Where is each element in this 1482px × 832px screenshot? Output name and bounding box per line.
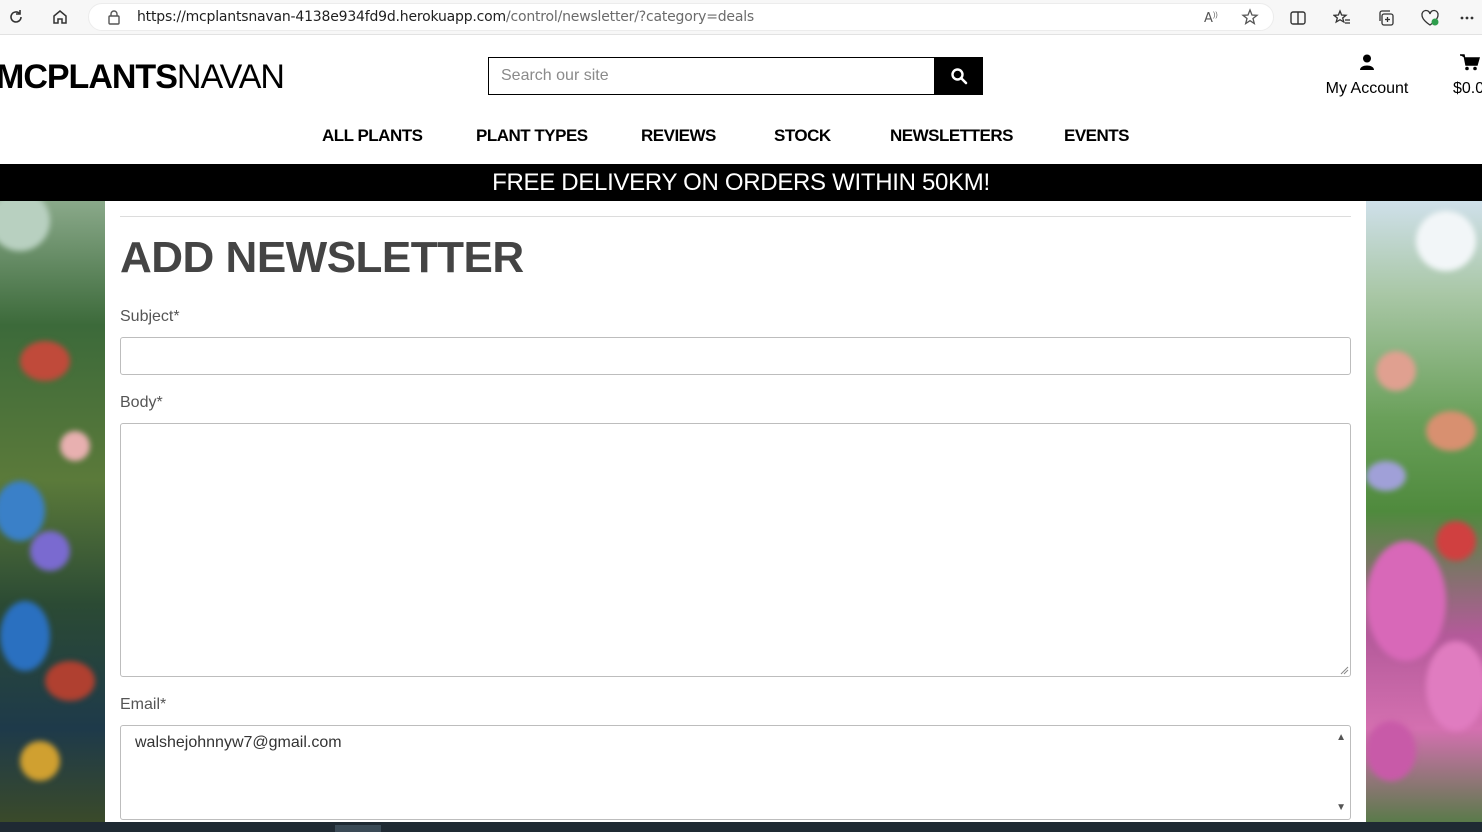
site-logo[interactable]: MCPLANTSNAVAN bbox=[0, 58, 285, 97]
svg-text:A: A bbox=[1204, 11, 1213, 26]
url-main: https://mcplantsnavan-4138e934fd9d.herok… bbox=[137, 9, 506, 25]
cart-total: $0.00 bbox=[1453, 80, 1482, 97]
account-label: My Account bbox=[1325, 80, 1409, 97]
scroll-down-icon[interactable]: ▼ bbox=[1336, 802, 1346, 813]
divider bbox=[120, 216, 1351, 217]
collections-icon[interactable] bbox=[1364, 0, 1408, 35]
body-textarea[interactable] bbox=[120, 423, 1351, 677]
user-icon bbox=[1360, 54, 1374, 70]
nav-newsletters[interactable]: NEWSLETTERS bbox=[890, 126, 1013, 146]
read-aloud-icon[interactable]: A)) bbox=[1203, 8, 1221, 31]
address-bar[interactable]: https://mcplantsnavan-4138e934fd9d.herok… bbox=[88, 3, 1274, 31]
email-value: walshejohnnyw7@gmail.com bbox=[135, 734, 342, 751]
url-path: /control/newsletter/?category=deals bbox=[505, 9, 755, 25]
main-content: ADD NEWSLETTER Subject* Body* Email* wal… bbox=[105, 201, 1366, 822]
shopping-cart-icon bbox=[1460, 54, 1480, 71]
lock-icon bbox=[107, 9, 123, 25]
subject-input[interactable] bbox=[120, 337, 1351, 375]
resize-handle-icon[interactable] bbox=[1339, 665, 1349, 675]
search-icon bbox=[950, 68, 967, 85]
site-header: MCPLANTSNAVAN My Account $0.00 ALL PLANT… bbox=[0, 36, 1482, 164]
logo-bold: MCPLANTS bbox=[0, 58, 178, 96]
nav-plant-types[interactable]: PLANT TYPES bbox=[476, 126, 588, 146]
cart-link[interactable]: $0.00 bbox=[1450, 54, 1482, 98]
main-nav: ALL PLANTS PLANT TYPES REVIEWS STOCK NEW… bbox=[0, 126, 1482, 148]
taskbar bbox=[0, 822, 1482, 832]
floral-background-left bbox=[0, 201, 105, 822]
reload-icon[interactable] bbox=[2, 3, 30, 31]
search-button[interactable] bbox=[934, 57, 983, 95]
search-form bbox=[488, 57, 983, 95]
browser-toolbar: https://mcplantsnavan-4138e934fd9d.herok… bbox=[0, 0, 1482, 35]
delivery-banner: FREE DELIVERY ON ORDERS WITHIN 50KM! bbox=[0, 164, 1482, 201]
favorite-star-icon[interactable] bbox=[1241, 8, 1259, 31]
browser-essentials-icon[interactable] bbox=[1408, 0, 1452, 35]
page-title: ADD NEWSLETTER bbox=[120, 233, 524, 282]
my-account-link[interactable]: My Account bbox=[1318, 54, 1416, 98]
search-input[interactable] bbox=[488, 57, 934, 95]
nav-reviews[interactable]: REVIEWS bbox=[641, 126, 716, 146]
split-screen-icon[interactable] bbox=[1276, 0, 1320, 35]
nav-events[interactable]: EVENTS bbox=[1064, 126, 1130, 146]
taskbar-item[interactable] bbox=[335, 825, 381, 832]
logo-light: NAVAN bbox=[176, 58, 285, 96]
more-icon[interactable] bbox=[1452, 0, 1482, 35]
body-label: Body* bbox=[120, 394, 163, 411]
favorites-icon[interactable] bbox=[1320, 0, 1364, 35]
floral-background-right bbox=[1366, 201, 1482, 822]
nav-all-plants[interactable]: ALL PLANTS bbox=[322, 126, 423, 146]
subject-label: Subject* bbox=[120, 308, 180, 325]
scroll-up-icon[interactable]: ▲ bbox=[1336, 732, 1346, 743]
browser-tools bbox=[1276, 0, 1482, 35]
svg-text:)): )) bbox=[1213, 12, 1218, 19]
nav-stock[interactable]: STOCK bbox=[774, 126, 831, 146]
url-text: https://mcplantsnavan-4138e934fd9d.herok… bbox=[137, 9, 754, 25]
home-icon[interactable] bbox=[46, 3, 74, 31]
email-select[interactable]: walshejohnnyw7@gmail.com ▲ ▼ bbox=[120, 725, 1351, 820]
email-label: Email* bbox=[120, 696, 167, 713]
